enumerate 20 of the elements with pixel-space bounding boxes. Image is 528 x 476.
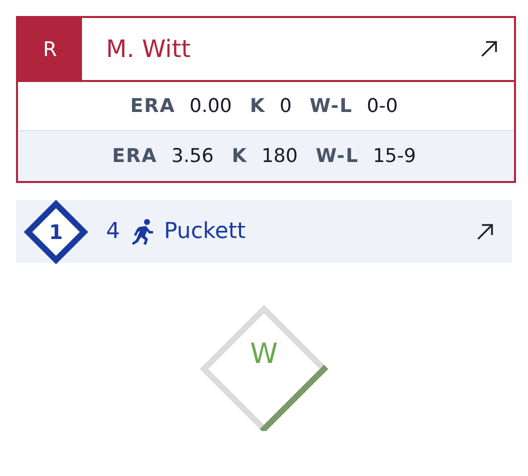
stat-value: 0-0 [366,95,398,117]
diamond-label: W [249,337,279,370]
stat-value: 0.00 [190,95,232,117]
runner-icon [132,218,154,244]
external-link-icon[interactable] [480,40,498,58]
base-badge: 1 [23,198,89,264]
stat-value: 15-9 [372,145,416,167]
stat-label: ERA [130,95,176,117]
stat-label: W-L [310,95,353,117]
stat-value: 180 [261,145,298,167]
stat-label: K [250,95,266,117]
jersey-number: 4 [106,219,120,244]
stat-label: ERA [112,145,158,167]
stat-label: K [232,145,248,167]
hand-badge: R [18,18,82,80]
pitcher-name: M. Witt [105,35,192,63]
stat-value: 3.56 [171,145,214,167]
stat-value: 0 [280,95,292,117]
stat-label: W-L [316,145,359,167]
runner-name[interactable]: Puckett [164,219,476,244]
